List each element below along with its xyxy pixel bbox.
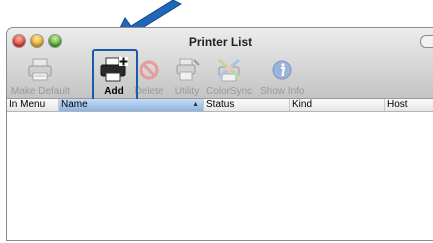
make-default-label: Make Default [11,86,70,97]
printer-list[interactable] [7,112,433,240]
column-kind-label: Kind [292,99,313,110]
utility-label: Utility [174,86,200,97]
add-button-highlight [92,49,138,101]
printer-list-window: Printer List Make Default Add Delete Uti… [6,27,433,241]
info-icon [272,60,292,80]
unified-toolbar: Printer List Make Default Add Delete Uti… [7,28,433,101]
column-status-label: Status [206,99,235,110]
colorsync-label: ColorSync [206,86,253,97]
make-default-button[interactable]: Make Default [11,55,70,97]
colorsync-button[interactable]: ColorSync [206,55,252,97]
column-status[interactable]: Status [204,99,290,111]
show-info-label: Show Info [260,86,305,97]
delete-label: Delete [134,86,164,97]
delete-icon [139,60,159,80]
utility-button[interactable]: Utility [171,55,203,97]
column-header: In Menu Name ▲ Status Kind Host [7,99,433,112]
colorsync-icon [218,58,241,82]
column-in-menu[interactable]: In Menu [7,99,59,111]
toolbar-toggle-button[interactable] [420,35,433,48]
column-host[interactable]: Host [385,99,433,111]
utility-icon [176,58,200,81]
printer-icon [28,58,52,81]
show-info-button[interactable]: Show Info [260,55,304,97]
column-name-label: Name [61,99,88,110]
column-in-menu-label: In Menu [9,99,46,110]
sort-ascending-icon: ▲ [192,101,199,108]
column-name[interactable]: Name ▲ [59,99,204,111]
window-title: Printer List [188,35,253,49]
column-host-label: Host [387,99,408,110]
column-kind[interactable]: Kind [290,99,385,111]
